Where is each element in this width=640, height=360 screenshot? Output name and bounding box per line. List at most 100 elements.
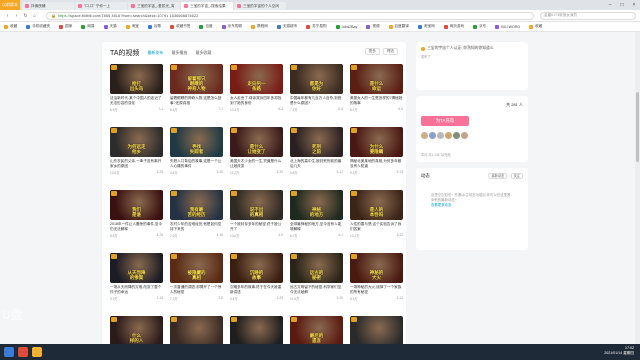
tab-most-favorited[interactable]: 最多收藏 <box>195 50 211 56</box>
video-thumbnail[interactable]: 沉睡的 故事 <box>230 253 283 283</box>
video-card[interactable] <box>350 316 403 344</box>
bookmark-item[interactable]: 天猫超市 <box>276 24 297 29</box>
avatar[interactable] <box>453 132 460 139</box>
browser-tab[interactable]: "口,口" 宁你一上 <box>75 2 127 10</box>
bookmark-item[interactable]: 收藏书签 <box>170 24 190 29</box>
video-title[interactable]: 人性的善与恶,这个实验告诉了我们答案 <box>350 222 403 231</box>
video-thumbnail[interactable] <box>170 316 223 344</box>
video-card[interactable]: 都是为 你好 中国每年都有几百万人自杀,到底是什么原因? 7.4万 6-5 <box>290 64 343 123</box>
video-title[interactable]: 留着眼睛的神奇人物,这是怎么回事?还原真相 <box>170 96 223 105</box>
filter-button[interactable]: 筛选 <box>382 48 398 55</box>
video-thumbnail[interactable]: 从天而降 的惨案 <box>110 253 163 283</box>
video-thumbnail[interactable]: 留着那只 眼睛的 神奇人物 <box>170 64 223 94</box>
video-thumbnail[interactable]: 神秘 的地方 <box>290 190 343 220</box>
latest-dynamic-button[interactable]: 最新动态 <box>488 173 508 179</box>
video-card[interactable]: 为何远走 他乡 山东农民的父亲,一辈子没有离开家乡的原因 13.6万 5-25 <box>110 127 163 186</box>
bookmark-item[interactable]: 国家 <box>59 24 72 29</box>
bookmark-item[interactable]: 百度翻译 <box>388 24 409 29</box>
video-thumbnail[interactable]: 走向另一 条路 <box>230 64 283 94</box>
browser-tab[interactable]: 拌佣侠辅 <box>22 2 74 10</box>
bookmark-item[interactable]: 苏宁易购 <box>306 24 327 29</box>
bookmark-item[interactable]: 谷歌 <box>147 24 161 29</box>
start-icon[interactable] <box>4 347 14 357</box>
video-card[interactable]: 我们 是谁 2018年一件让人震惊的事件,至今仍无法解释 8.8万 4-26 <box>110 190 163 249</box>
video-title[interactable]: 法治新时代-某个中国人的走近了无法形容的变化 <box>110 96 163 105</box>
video-card[interactable]: 远古的 秘密 远古文明留下的秘密,科学家们至今无法破解 11.8万 2-20 <box>290 253 343 312</box>
video-card[interactable]: 枪打 出头鸟 法治新时代-某个中国人的走近了无法形容的变化 6.9万 7-1 <box>110 64 163 123</box>
avatar[interactable] <box>445 132 452 139</box>
bookmark-item[interactable]: 网页游戏 <box>443 24 464 29</box>
follow-dynamic-button[interactable]: 关注 <box>510 173 523 179</box>
video-thumbnail[interactable]: 为什么 要隐瞒 <box>350 127 403 157</box>
refresh-icon[interactable]: ↻ <box>22 12 29 19</box>
more-dynamic-link[interactable]: 查看更多动态 <box>431 203 451 207</box>
video-title[interactable]: 全球最神秘的地方,至今没有人能够解释 <box>290 222 343 231</box>
video-title[interactable]: 一个被封存多年的秘密,终于被公开了 <box>230 222 283 231</box>
bookmark-item[interactable]: 淘宝 <box>125 24 139 29</box>
video-card[interactable]: 从天而降 的惨案 一场从天而降的灾难,改变了整个村子的命运 9.9万 3-15 <box>110 253 163 312</box>
video-thumbnail[interactable]: 说不出 的真相 <box>230 190 283 220</box>
video-title[interactable]: 一场神秘的大火,烧掉了一个家族的所有秘密 <box>350 285 403 294</box>
bookmark-item[interactable]: 收藏 <box>529 24 542 29</box>
video-card[interactable] <box>230 316 283 344</box>
video-thumbnail[interactable]: 寻找 失踪者 <box>170 127 223 157</box>
video-thumbnail[interactable] <box>230 316 283 344</box>
video-title[interactable]: 美国天才少女的一生,究竟是什么让她改变 <box>230 159 283 168</box>
browser-tab[interactable]: 三宝的宇宙的个人空间 <box>234 2 286 10</box>
search-input[interactable]: 金晨6173新旅女演员 <box>540 11 636 20</box>
bookmark-item[interactable]: 携程网 <box>251 24 268 29</box>
tab-most-played[interactable]: 最多播放 <box>171 50 187 56</box>
video-thumbnail[interactable]: 都是为 你好 <box>290 64 343 94</box>
video-title[interactable]: 2018年一件让人震惊的事件,至今仍无法解释 <box>110 222 163 231</box>
video-card[interactable]: 我有最 苦的经历 农村少年的苦难经历,他是如何坚持下来的 7.6万 4-18 <box>170 190 223 249</box>
scrollbar-thumb[interactable] <box>636 92 639 162</box>
browser-taskbar-icon[interactable] <box>18 347 28 357</box>
video-title[interactable]: 一场从天而降的灾难,改变了整个村子的命运 <box>110 285 163 294</box>
video-card[interactable]: 说不出 的真相 一个被封存多年的秘密,终于被公开了 10.6万 4-9 <box>230 190 283 249</box>
bookmark-item[interactable]: BILI WORD <box>495 24 520 29</box>
video-thumbnail[interactable]: 最后的 遗言 <box>290 316 343 344</box>
video-thumbnail[interactable] <box>350 316 403 344</box>
bookmark-item[interactable]: 京东 <box>473 24 486 29</box>
scrollbar[interactable] <box>635 32 640 344</box>
video-card[interactable]: 是什么 让她变了 美国天才少女的一生,究竟是什么让她改变 11.2万 5-30 <box>230 127 283 186</box>
video-title[interactable]: 山东农民的父亲,一辈子没有离开家乡的原因 <box>110 159 163 168</box>
video-thumbnail[interactable]: 我们 是谁 <box>110 190 163 220</box>
video-card[interactable]: 是什么 命运 美丽女人的一生是怎样的?揭秘她的故事 8.1万 6-5 <box>350 64 403 123</box>
bookmark-item[interactable]: 收藏 <box>4 24 17 29</box>
video-thumbnail[interactable]: 是人的 本性吗 <box>350 190 403 220</box>
minimize-icon[interactable]: – <box>604 0 616 10</box>
video-card[interactable]: 走向另一 条路 女人走丢了,母亲哭诉四年多却找到了她的身份 10.3万 6-3 <box>230 64 283 123</box>
video-thumbnail[interactable]: 神秘的 大火 <box>350 253 403 283</box>
home-icon[interactable]: ⌂ <box>31 12 38 19</box>
video-title[interactable]: 揭秘北美某地的真相,为何多年都没有人知道 <box>350 159 403 168</box>
bookmark-item[interactable]: 视频 <box>366 24 380 29</box>
bookmark-item[interactable]: Jobs2Bay <box>335 24 357 29</box>
video-card[interactable] <box>170 316 223 344</box>
avatar[interactable] <box>429 132 436 139</box>
video-card[interactable]: 最后的 遗言 <box>290 316 343 344</box>
maximize-icon[interactable]: □ <box>616 0 628 10</box>
video-thumbnail[interactable]: 是什么 命运 <box>350 64 403 94</box>
app-badge[interactable]: 以前版本 <box>0 0 20 10</box>
folder-taskbar-icon[interactable] <box>32 347 42 357</box>
video-thumbnail[interactable]: 什么 样的人 <box>110 316 163 344</box>
video-card[interactable]: 沉睡的 故事 沉睡多年的故事,终于在今天被重新讲述 5.4万 2-29 <box>230 253 283 312</box>
tab-latest[interactable]: 最新发布 <box>147 50 163 56</box>
bookmark-item[interactable]: 百度 <box>199 24 213 29</box>
video-card[interactable]: 寻找 失踪者 失踪人口背后的故事,这是一个让人心痛的事件 4.6万 5-28 <box>170 127 223 186</box>
video-title[interactable]: 女人走丢了,母亲哭诉四年多却找到了她的身份 <box>230 96 283 105</box>
forward-icon[interactable]: › <box>13 12 20 19</box>
video-card[interactable]: 留着那只 眼睛的 神奇人物 留着眼睛的神奇人物,这是怎么回事?还原真相 6.6万 7-… <box>170 64 223 123</box>
video-title[interactable]: 农村少年的苦难经历,他是如何坚持下来的 <box>170 222 223 231</box>
more-button[interactable]: 更多 <box>364 48 380 55</box>
video-title[interactable]: 失踪人口背后的故事,这是一个让人心痛的事件 <box>170 159 223 168</box>
browser-tab[interactable]: 三宝的宇宙_-搜索结果 <box>181 2 233 10</box>
video-title[interactable]: 中国每年都有几百万人自杀,到底是什么原因? <box>290 96 343 105</box>
video-thumbnail[interactable]: 死刑 之前 <box>290 127 343 157</box>
avatar[interactable] <box>421 132 428 139</box>
video-title[interactable]: 远古文明留下的秘密,科学家们至今无法破解 <box>290 285 343 294</box>
video-title[interactable]: 北上海的高中生,被判死刑前的最后几天 <box>290 159 343 168</box>
close-icon[interactable]: × <box>628 0 640 10</box>
bookmark-item[interactable]: 网易 <box>81 24 95 29</box>
